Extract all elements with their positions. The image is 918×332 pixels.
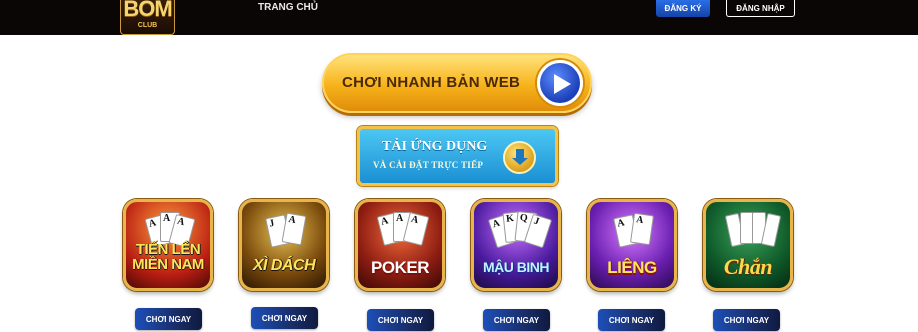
logo-subtext: CLUB <box>137 22 158 29</box>
game-title: XÌ DÁCH <box>252 257 316 274</box>
game-card-poker[interactable]: A A A POKER <box>352 199 448 295</box>
download-app-title: TẢI ỨNG DỤNG <box>382 139 488 154</box>
play-now-button[interactable]: CHƠI NGAY <box>483 309 550 331</box>
playing-cards-icon: A A <box>612 212 658 252</box>
download-icon <box>503 141 536 174</box>
nav-home-link[interactable]: TRANG CHỦ <box>258 2 318 13</box>
game-tile[interactable]: A A LIÊNG <box>587 199 677 291</box>
game-card-chan[interactable]: Chắn <box>700 199 796 295</box>
play-web-label: CHƠI NHANH BẢN WEB <box>342 74 521 91</box>
game-card-lieng[interactable]: A A LIÊNG <box>584 199 680 295</box>
game-title: LIÊNG <box>607 258 657 277</box>
game-title: TIẾN LÊN MIỀN NAM <box>132 241 204 273</box>
play-now-button[interactable]: CHƠI NGAY <box>251 307 318 329</box>
top-navbar: BOM CLUB TRANG CHỦ ĐĂNG KÝ ĐĂNG NHẬP <box>0 0 918 35</box>
logo-text: BOM <box>123 0 172 21</box>
playing-cards-icon: A A A <box>376 212 430 252</box>
play-icon <box>537 60 583 106</box>
play-now-button[interactable]: CHƠI NGAY <box>135 308 202 330</box>
play-web-button[interactable]: CHƠI NHANH BẢN WEB <box>322 53 592 113</box>
register-button[interactable]: ĐĂNG KÝ <box>656 0 710 17</box>
game-tile[interactable]: J A XÌ DÁCH <box>239 199 329 291</box>
play-now-button[interactable]: CHƠI NGAY <box>367 309 434 331</box>
playing-cards-icon: A K Q J <box>487 211 553 252</box>
download-app-button[interactable]: TẢI ỨNG DỤNG VÀ CÀI ĐẶT TRỰC TIẾP <box>357 126 558 186</box>
game-card-mau-binh[interactable]: A K Q J MẬU BINH <box>468 199 564 295</box>
site-logo[interactable]: BOM CLUB <box>120 0 175 35</box>
play-now-button[interactable]: CHƠI NGAY <box>713 309 780 331</box>
game-card-tien-len[interactable]: A A A TIẾN LÊN MIỀN NAM <box>120 199 216 295</box>
game-title: Chắn <box>723 254 773 279</box>
game-title: POKER <box>371 258 429 277</box>
game-title: MẬU BINH <box>483 259 550 275</box>
game-tile[interactable]: A A A POKER <box>355 199 445 291</box>
login-button[interactable]: ĐĂNG NHẬP <box>726 0 795 17</box>
game-tile[interactable]: A K Q J MẬU BINH <box>471 199 561 291</box>
download-app-subtitle: VÀ CÀI ĐẶT TRỰC TIẾP <box>373 160 484 170</box>
game-card-xi-dach[interactable]: J A XÌ DÁCH <box>236 199 332 295</box>
playing-cards-icon: J A <box>264 212 310 252</box>
playing-cards-icon <box>724 212 782 252</box>
game-tile[interactable]: Chắn <box>703 199 793 291</box>
play-now-button[interactable]: CHƠI NGAY <box>598 309 665 331</box>
game-tile[interactable]: A A A TIẾN LÊN MIỀN NAM <box>123 199 213 291</box>
